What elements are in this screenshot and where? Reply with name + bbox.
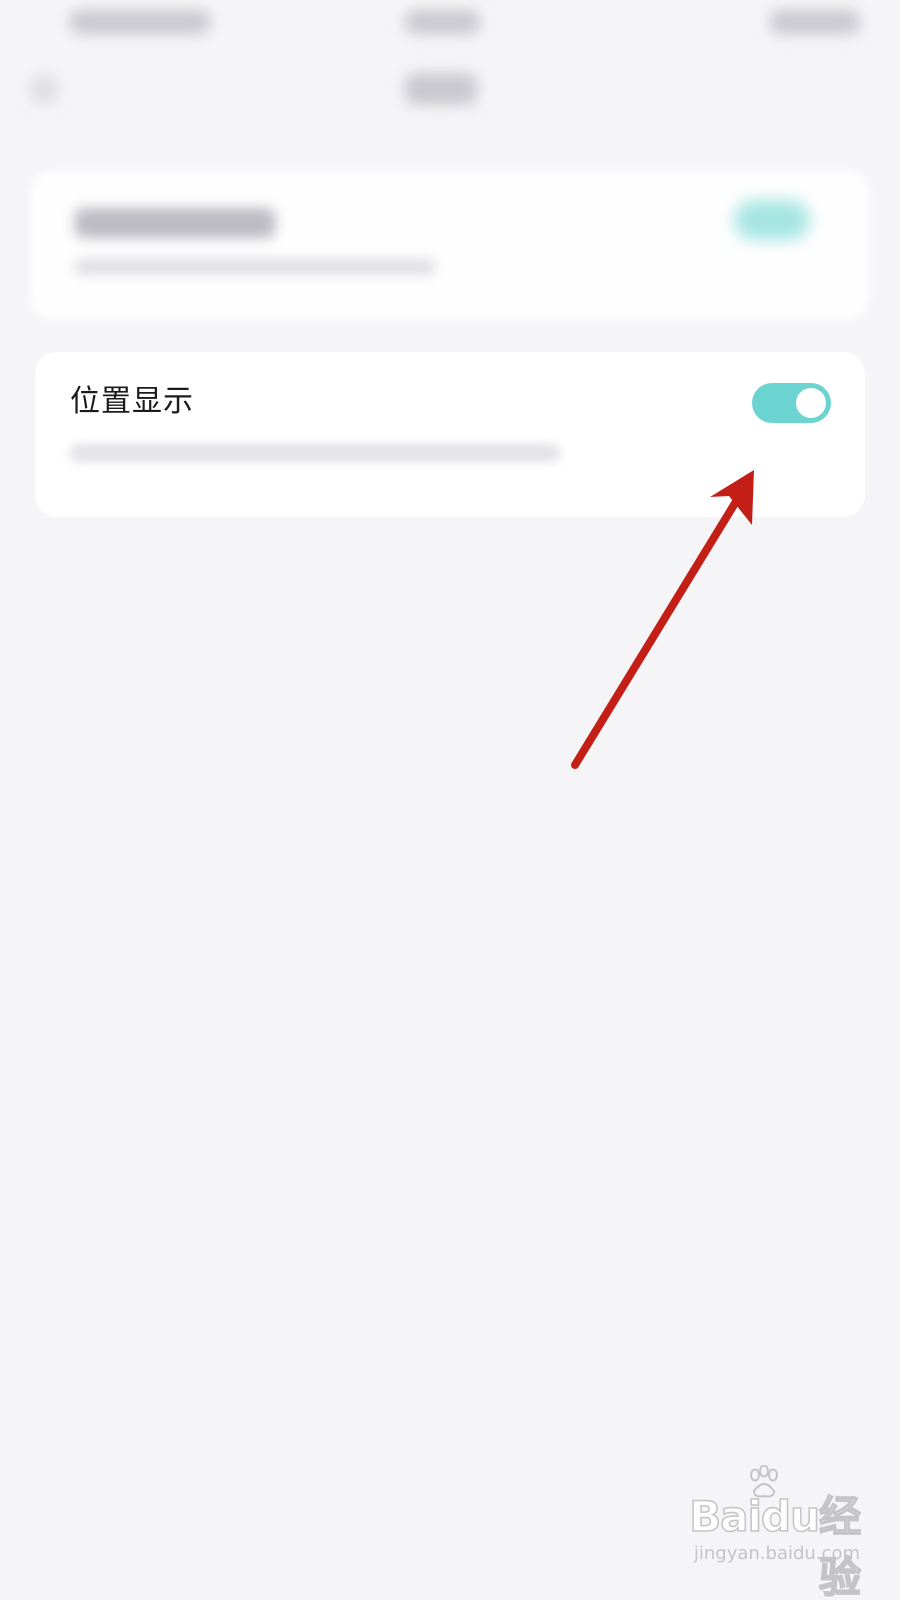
toggle-knob xyxy=(796,388,826,418)
status-bar-blurred xyxy=(0,0,900,50)
location-display-setting-card: 位置显示 xyxy=(35,352,865,517)
watermark-logo-text: Baidu经验 xyxy=(689,1491,862,1600)
location-display-label: 位置显示 xyxy=(70,384,194,419)
back-icon[interactable] xyxy=(30,75,58,103)
watermark-url: jingyan.baidu.com xyxy=(693,1543,860,1564)
blurred-setting-card xyxy=(30,170,870,320)
baidu-jingyan-watermark: Baidu经验 jingyan.baidu.com xyxy=(660,1465,862,1600)
page-title-blurred xyxy=(405,73,477,105)
location-display-toggle[interactable] xyxy=(752,383,831,423)
setting-description-blurred xyxy=(70,444,560,462)
screen: 位置显示 Baidu经验 jingyan.baidu.com xyxy=(0,0,900,1600)
nav-bar-blurred xyxy=(0,55,900,145)
